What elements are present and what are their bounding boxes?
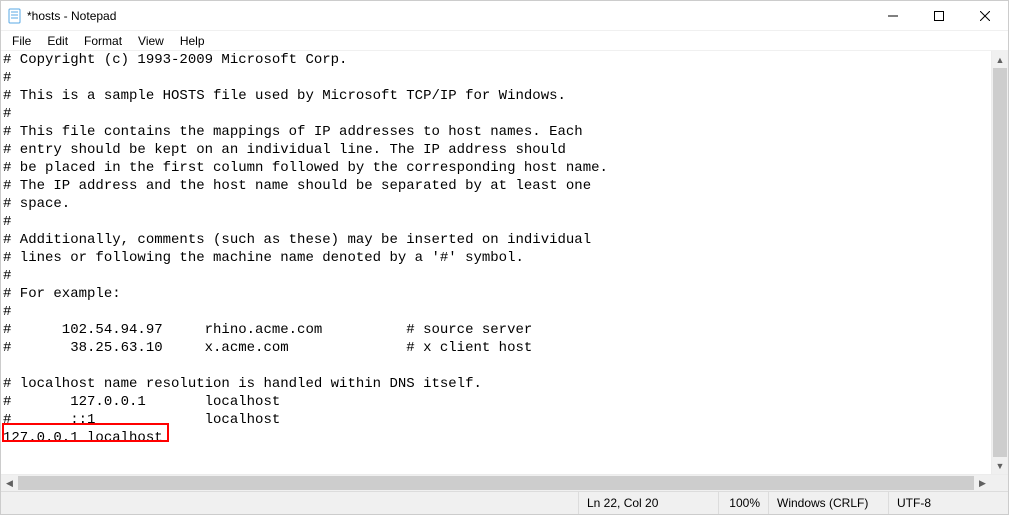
scroll-corner — [991, 475, 1008, 491]
status-zoom: 100% — [718, 492, 768, 514]
status-line-ending: Windows (CRLF) — [768, 492, 888, 514]
titlebar: *hosts - Notepad — [1, 1, 1008, 31]
statusbar: Ln 22, Col 20 100% Windows (CRLF) UTF-8 — [1, 491, 1008, 514]
scroll-left-icon[interactable]: ◀ — [1, 475, 18, 491]
status-spacer — [1, 492, 578, 514]
text-editor[interactable]: # Copyright (c) 1993-2009 Microsoft Corp… — [1, 51, 991, 474]
menu-format[interactable]: Format — [77, 32, 129, 50]
window-title: *hosts - Notepad — [27, 9, 116, 23]
scroll-down-icon[interactable]: ▼ — [992, 457, 1008, 474]
scroll-right-icon[interactable]: ▶ — [974, 475, 991, 491]
hscroll-track[interactable] — [18, 475, 974, 491]
menu-file[interactable]: File — [5, 32, 38, 50]
menu-help[interactable]: Help — [173, 32, 212, 50]
status-encoding: UTF-8 — [888, 492, 1008, 514]
menu-view[interactable]: View — [131, 32, 171, 50]
scroll-up-icon[interactable]: ▲ — [992, 51, 1008, 68]
horizontal-scrollbar[interactable]: ◀ ▶ — [1, 474, 1008, 491]
menu-edit[interactable]: Edit — [40, 32, 75, 50]
notepad-icon — [7, 8, 23, 24]
maximize-button[interactable] — [916, 1, 962, 30]
minimize-button[interactable] — [870, 1, 916, 30]
vertical-scrollbar[interactable]: ▲ ▼ — [991, 51, 1008, 474]
hscroll-thumb[interactable] — [18, 476, 974, 490]
status-position: Ln 22, Col 20 — [578, 492, 718, 514]
titlebar-left: *hosts - Notepad — [1, 8, 870, 24]
menubar: File Edit Format View Help — [1, 31, 1008, 51]
vscroll-thumb[interactable] — [993, 68, 1007, 457]
close-button[interactable] — [962, 1, 1008, 30]
notepad-window: *hosts - Notepad File Edit Format View H… — [0, 0, 1009, 515]
vscroll-track[interactable] — [992, 68, 1008, 457]
content-area: # Copyright (c) 1993-2009 Microsoft Corp… — [1, 51, 1008, 474]
window-controls — [870, 1, 1008, 30]
